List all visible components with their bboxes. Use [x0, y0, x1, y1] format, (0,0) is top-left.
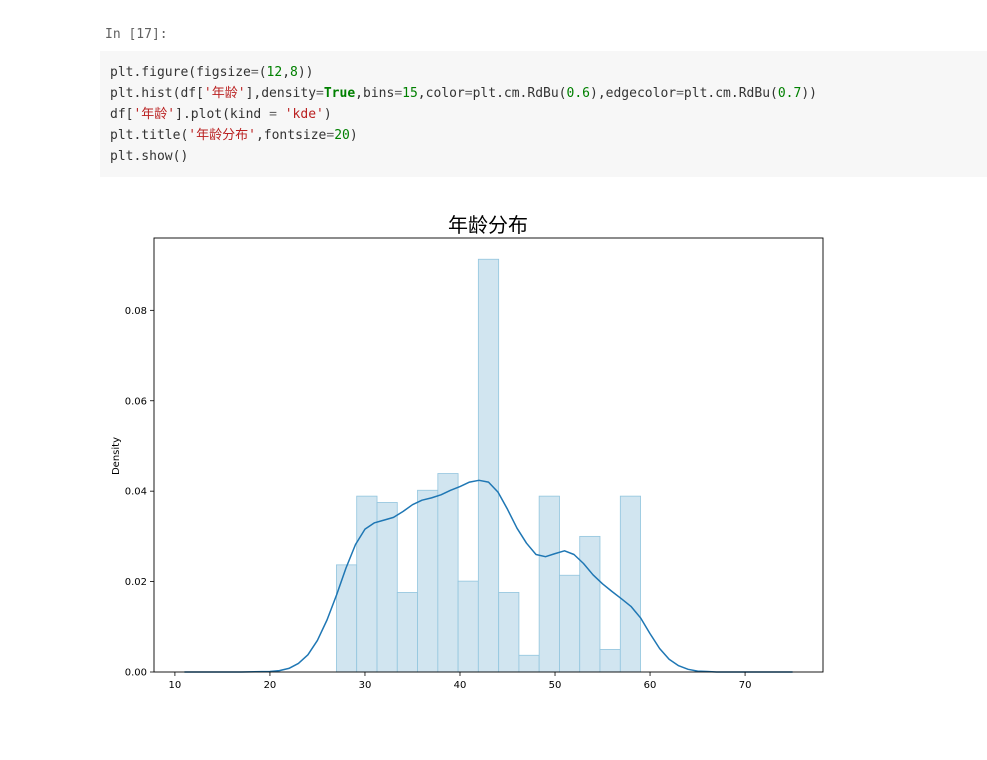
histogram-bar — [336, 564, 358, 673]
code-cell[interactable]: plt.figure(figsize=(12,8)) plt.hist(df['… — [100, 51, 987, 177]
histogram-bar — [396, 592, 418, 673]
y-tick-label: 0.06 — [125, 396, 147, 407]
histogram-bar — [376, 502, 398, 673]
histogram-bar — [417, 489, 439, 673]
output-chart: 年龄分布 Density 10 20 30 40 50 60 70 0.00 0.02 0.04… — [100, 205, 840, 700]
y-axis-label: Density — [111, 437, 122, 475]
x-axis-ticks: 10 20 30 40 50 60 70 — [169, 672, 752, 691]
y-axis-ticks: 0.00 0.02 0.04 0.06 0.08 — [125, 306, 154, 679]
x-tick-label: 30 — [359, 680, 372, 691]
histogram-bar — [579, 535, 601, 673]
code-line-4: plt.title('年龄分布',fontsize=20) — [110, 128, 358, 143]
chart-svg: 年龄分布 Density 10 20 30 40 50 60 70 0.00 0.02 0.04… — [111, 213, 824, 691]
code-line-3: df['年龄'].plot(kind = 'kde') — [110, 107, 332, 122]
histogram-bar — [518, 654, 540, 673]
histogram-bar — [619, 495, 641, 673]
histogram-bar — [599, 648, 621, 673]
x-tick-label: 20 — [264, 680, 277, 691]
x-tick-label: 50 — [549, 680, 562, 691]
histogram-bars — [336, 258, 641, 673]
chart-title: 年龄分布 — [448, 213, 528, 237]
x-tick-label: 60 — [644, 680, 657, 691]
code-line-5: plt.show() — [110, 149, 189, 164]
histogram-bar — [498, 592, 520, 673]
x-tick-label: 70 — [739, 680, 752, 691]
histogram-bar — [559, 574, 581, 673]
cell-prompt: In [17]: — [105, 27, 168, 42]
y-tick-label: 0.00 — [125, 668, 147, 679]
x-tick-label: 40 — [454, 680, 467, 691]
histogram-bar — [437, 473, 459, 673]
histogram-bar — [457, 580, 479, 673]
code-line-1: plt.figure(figsize=(12,8)) — [110, 65, 314, 80]
code-line-2: plt.hist(df['年龄'],density=True,bins=15,c… — [110, 86, 817, 101]
histogram-bar — [538, 495, 560, 673]
y-tick-label: 0.04 — [125, 487, 147, 498]
histogram-bar — [477, 258, 500, 673]
y-tick-label: 0.08 — [125, 306, 147, 317]
x-tick-label: 10 — [169, 680, 182, 691]
y-tick-label: 0.02 — [125, 577, 147, 588]
